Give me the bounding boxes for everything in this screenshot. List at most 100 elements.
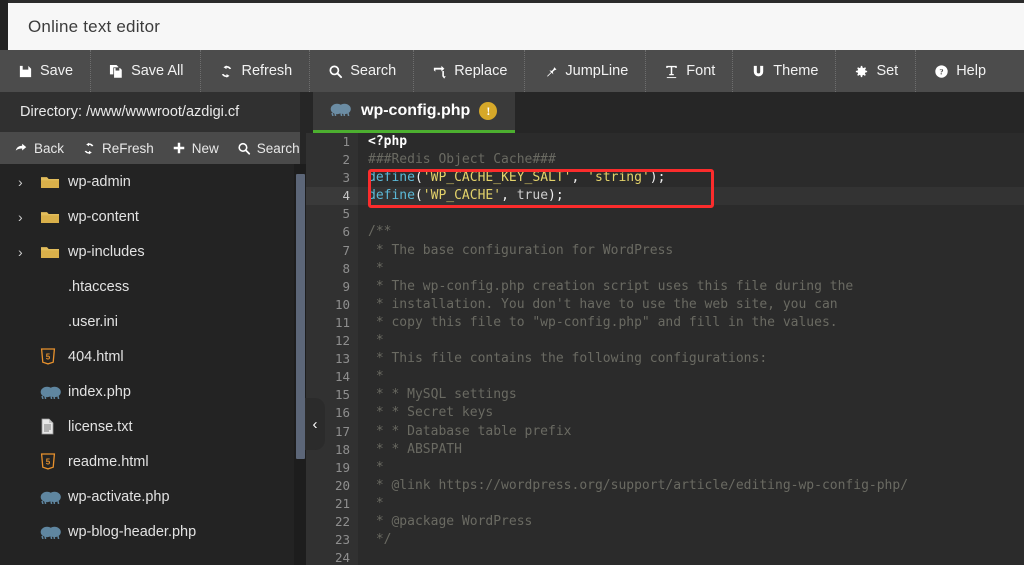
file-row[interactable]: ›.htaccess (0, 269, 300, 304)
file-row[interactable]: ›.user.ini (0, 304, 300, 339)
sidebar-scrollbar-thumb[interactable] (296, 174, 305, 459)
toolbar-button-refresh[interactable]: Refresh (201, 50, 310, 92)
code-line[interactable] (358, 549, 1024, 565)
save-all-icon (108, 63, 124, 79)
unsaved-warning-badge[interactable]: ! (479, 102, 497, 120)
file-name-label: wp-admin (68, 174, 131, 190)
file-row[interactable]: ›index.php (0, 374, 300, 409)
code-token: * (368, 333, 384, 348)
code-line[interactable]: ###Redis Object Cache### (358, 151, 1024, 169)
directory-toolbar: BackReFreshNewSearch (0, 132, 300, 164)
php-icon (40, 385, 68, 399)
folder-icon (40, 244, 68, 260)
code-token: /** (368, 224, 391, 239)
code-line[interactable]: * (358, 459, 1024, 477)
code-line[interactable]: * This file contains the following confi… (358, 350, 1024, 368)
code-line[interactable]: * * Database table prefix (358, 423, 1024, 441)
file-name-label: wp-blog-header.php (68, 524, 196, 540)
code-line[interactable]: define('WP_CACHE', true); (358, 187, 1024, 205)
folder-icon (40, 174, 68, 190)
line-number: 10 (306, 296, 358, 314)
toolbar-button-help[interactable]: ?Help (916, 50, 1003, 92)
code-line[interactable]: * * Secret keys (358, 404, 1024, 422)
code-line[interactable]: /** (358, 223, 1024, 241)
line-number: 14 (306, 368, 358, 386)
code-editor-pane: wp-config.php ! 123456789101112131415161… (306, 92, 1024, 565)
code-content[interactable]: <?php###Redis Object Cache###define('WP_… (358, 133, 1024, 565)
file-row[interactable]: ›wp-activate.php (0, 479, 300, 514)
chevron-right-icon[interactable]: › (18, 209, 40, 225)
line-number: 20 (306, 477, 358, 495)
line-number: 3 (306, 169, 358, 187)
file-row[interactable]: ›wp-blog-header.php (0, 514, 300, 549)
file-list[interactable]: › wp-admin › wp-content › wp-includes ›.htacce… (0, 164, 300, 565)
file-row[interactable]: ›5404.html (0, 339, 300, 374)
font-icon (663, 63, 679, 79)
file-name-label: index.php (68, 384, 131, 400)
code-line[interactable]: * @package WordPress (358, 513, 1024, 531)
code-line[interactable]: * @link https://wordpress.org/support/ar… (358, 477, 1024, 495)
file-name-label: wp-content (68, 209, 139, 225)
toolbar-button-set[interactable]: Set (836, 50, 916, 92)
page-title: Online text editor (28, 17, 160, 37)
code-line[interactable]: * * ABSPATH (358, 441, 1024, 459)
code-token: ); (548, 188, 564, 203)
sidebar-collapse-handle[interactable]: ‹ (305, 398, 325, 450)
replace-icon (431, 63, 447, 79)
file-name-label: wp-includes (68, 244, 145, 260)
toolbar-button-label: Theme (773, 63, 818, 79)
dir-tool-new[interactable]: New (172, 141, 229, 156)
toolbar-button-save-all[interactable]: Save All (91, 50, 201, 92)
file-name-label: 404.html (68, 349, 124, 365)
dir-tool-search[interactable]: Search (237, 141, 310, 156)
code-token: * (368, 496, 384, 511)
code-line[interactable] (358, 205, 1024, 223)
dir-tool-refresh[interactable]: ReFresh (82, 141, 164, 156)
back-arrow-icon (14, 141, 28, 155)
tab-wp-config-php[interactable]: wp-config.php ! (313, 92, 515, 133)
code-line[interactable]: * (358, 368, 1024, 386)
folder-row[interactable]: › wp-content (0, 199, 300, 234)
code-line[interactable]: <?php (358, 133, 1024, 151)
code-line[interactable]: * installation. You don't have to use th… (358, 296, 1024, 314)
code-line[interactable]: * (358, 495, 1024, 513)
chevron-right-icon[interactable]: › (18, 174, 40, 190)
dir-tool-label: Back (34, 141, 64, 156)
toolbar-button-label: JumpLine (565, 63, 628, 79)
line-number: 2 (306, 151, 358, 169)
file-row[interactable]: ›5readme.html (0, 444, 300, 479)
folder-row[interactable]: › wp-includes (0, 234, 300, 269)
main-toolbar: SaveSave AllRefreshSearchReplace JumpLine… (0, 50, 1024, 92)
toolbar-button-jumpline[interactable]: JumpLine (525, 50, 646, 92)
file-row[interactable]: ›license.txt (0, 409, 300, 444)
file-name-label: license.txt (68, 419, 132, 435)
php-icon (40, 525, 68, 539)
save-icon (17, 63, 33, 79)
code-line[interactable]: * (358, 260, 1024, 278)
line-number: 1 (306, 133, 358, 151)
toolbar-button-search[interactable]: Search (310, 50, 414, 92)
toolbar-button-save[interactable]: Save (0, 50, 91, 92)
code-token: define (368, 170, 415, 185)
folder-row[interactable]: › wp-admin (0, 164, 300, 199)
dir-tool-back[interactable]: Back (14, 141, 74, 156)
toolbar-button-theme[interactable]: Theme (733, 50, 836, 92)
code-line[interactable]: * The wp-config.php creation script uses… (358, 278, 1024, 296)
code-line[interactable]: * The base configuration for WordPress (358, 242, 1024, 260)
toolbar-button-replace[interactable]: Replace (414, 50, 525, 92)
code-token: */ (368, 532, 391, 547)
code-line[interactable]: * copy this file to "wp-config.php" and … (358, 314, 1024, 332)
html5-icon: 5 (40, 453, 68, 470)
code-token: true (517, 188, 548, 203)
code-line[interactable]: * * MySQL settings (358, 386, 1024, 404)
code-line[interactable]: * (358, 332, 1024, 350)
refresh-icon (82, 141, 96, 155)
code-area[interactable]: 123456789101112131415161718192021222324 … (306, 133, 1024, 565)
line-number: 11 (306, 314, 358, 332)
toolbar-button-font[interactable]: Font (646, 50, 733, 92)
code-line[interactable]: */ (358, 531, 1024, 549)
code-line[interactable]: define('WP_CACHE_KEY_SALT', 'string'); (358, 169, 1024, 187)
code-token: * The wp-config.php creation script uses… (368, 279, 853, 294)
chevron-right-icon[interactable]: › (18, 244, 40, 260)
online-text-editor-window: Online text editor SaveSave AllRefreshSe… (0, 0, 1024, 565)
